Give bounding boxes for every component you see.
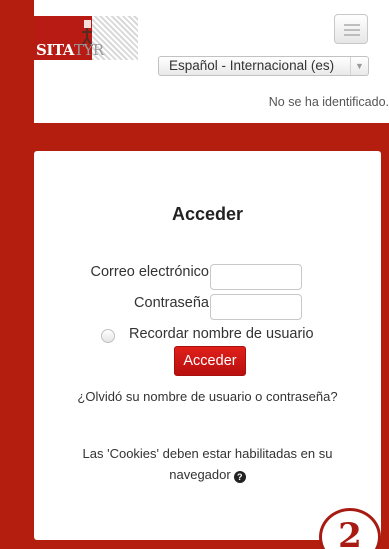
login-status-text: No se ha identificado. (268, 95, 389, 109)
menu-toggle-button[interactable] (334, 14, 368, 44)
forgot-password-link[interactable]: ¿Olvidó su nombre de usuario o contraseñ… (64, 386, 351, 407)
password-field[interactable] (210, 294, 302, 320)
email-field[interactable] (210, 264, 302, 290)
password-label: Contraseña (134, 295, 209, 311)
chevron-down-icon: ▼ (350, 57, 368, 75)
login-button[interactable]: Acceder (174, 346, 246, 376)
logo-text: SITATYR (36, 41, 104, 59)
menu-icon-bar (344, 24, 360, 26)
email-label: Correo electrónico (90, 264, 209, 280)
logo-text-b: TYR (73, 41, 104, 59)
language-select[interactable]: Español - Internacional (es) ▼ (158, 56, 369, 76)
cookies-notice: Las 'Cookies' deben estar habilitadas en… (64, 443, 351, 485)
logo-text-a: SITA (36, 41, 74, 59)
language-select-value: Español - Internacional (es) (169, 58, 335, 73)
site-logo[interactable]: SITATYR (34, 16, 138, 60)
page-title: Acceder (171, 204, 244, 224)
menu-icon-bar (344, 34, 360, 36)
menu-icon-bar (344, 29, 360, 31)
remember-username-label[interactable]: Recordar nombre de usuario (129, 326, 314, 342)
site-header: SITATYR Español - Internacional (es) ▼ N… (34, 0, 389, 123)
login-panel: Acceder Correo electrónico Contraseña Re… (34, 151, 381, 540)
help-icon[interactable]: ? (233, 471, 246, 483)
remember-username-checkbox[interactable] (101, 329, 115, 343)
cookies-notice-text: Las 'Cookies' deben estar habilitadas en… (82, 446, 333, 482)
